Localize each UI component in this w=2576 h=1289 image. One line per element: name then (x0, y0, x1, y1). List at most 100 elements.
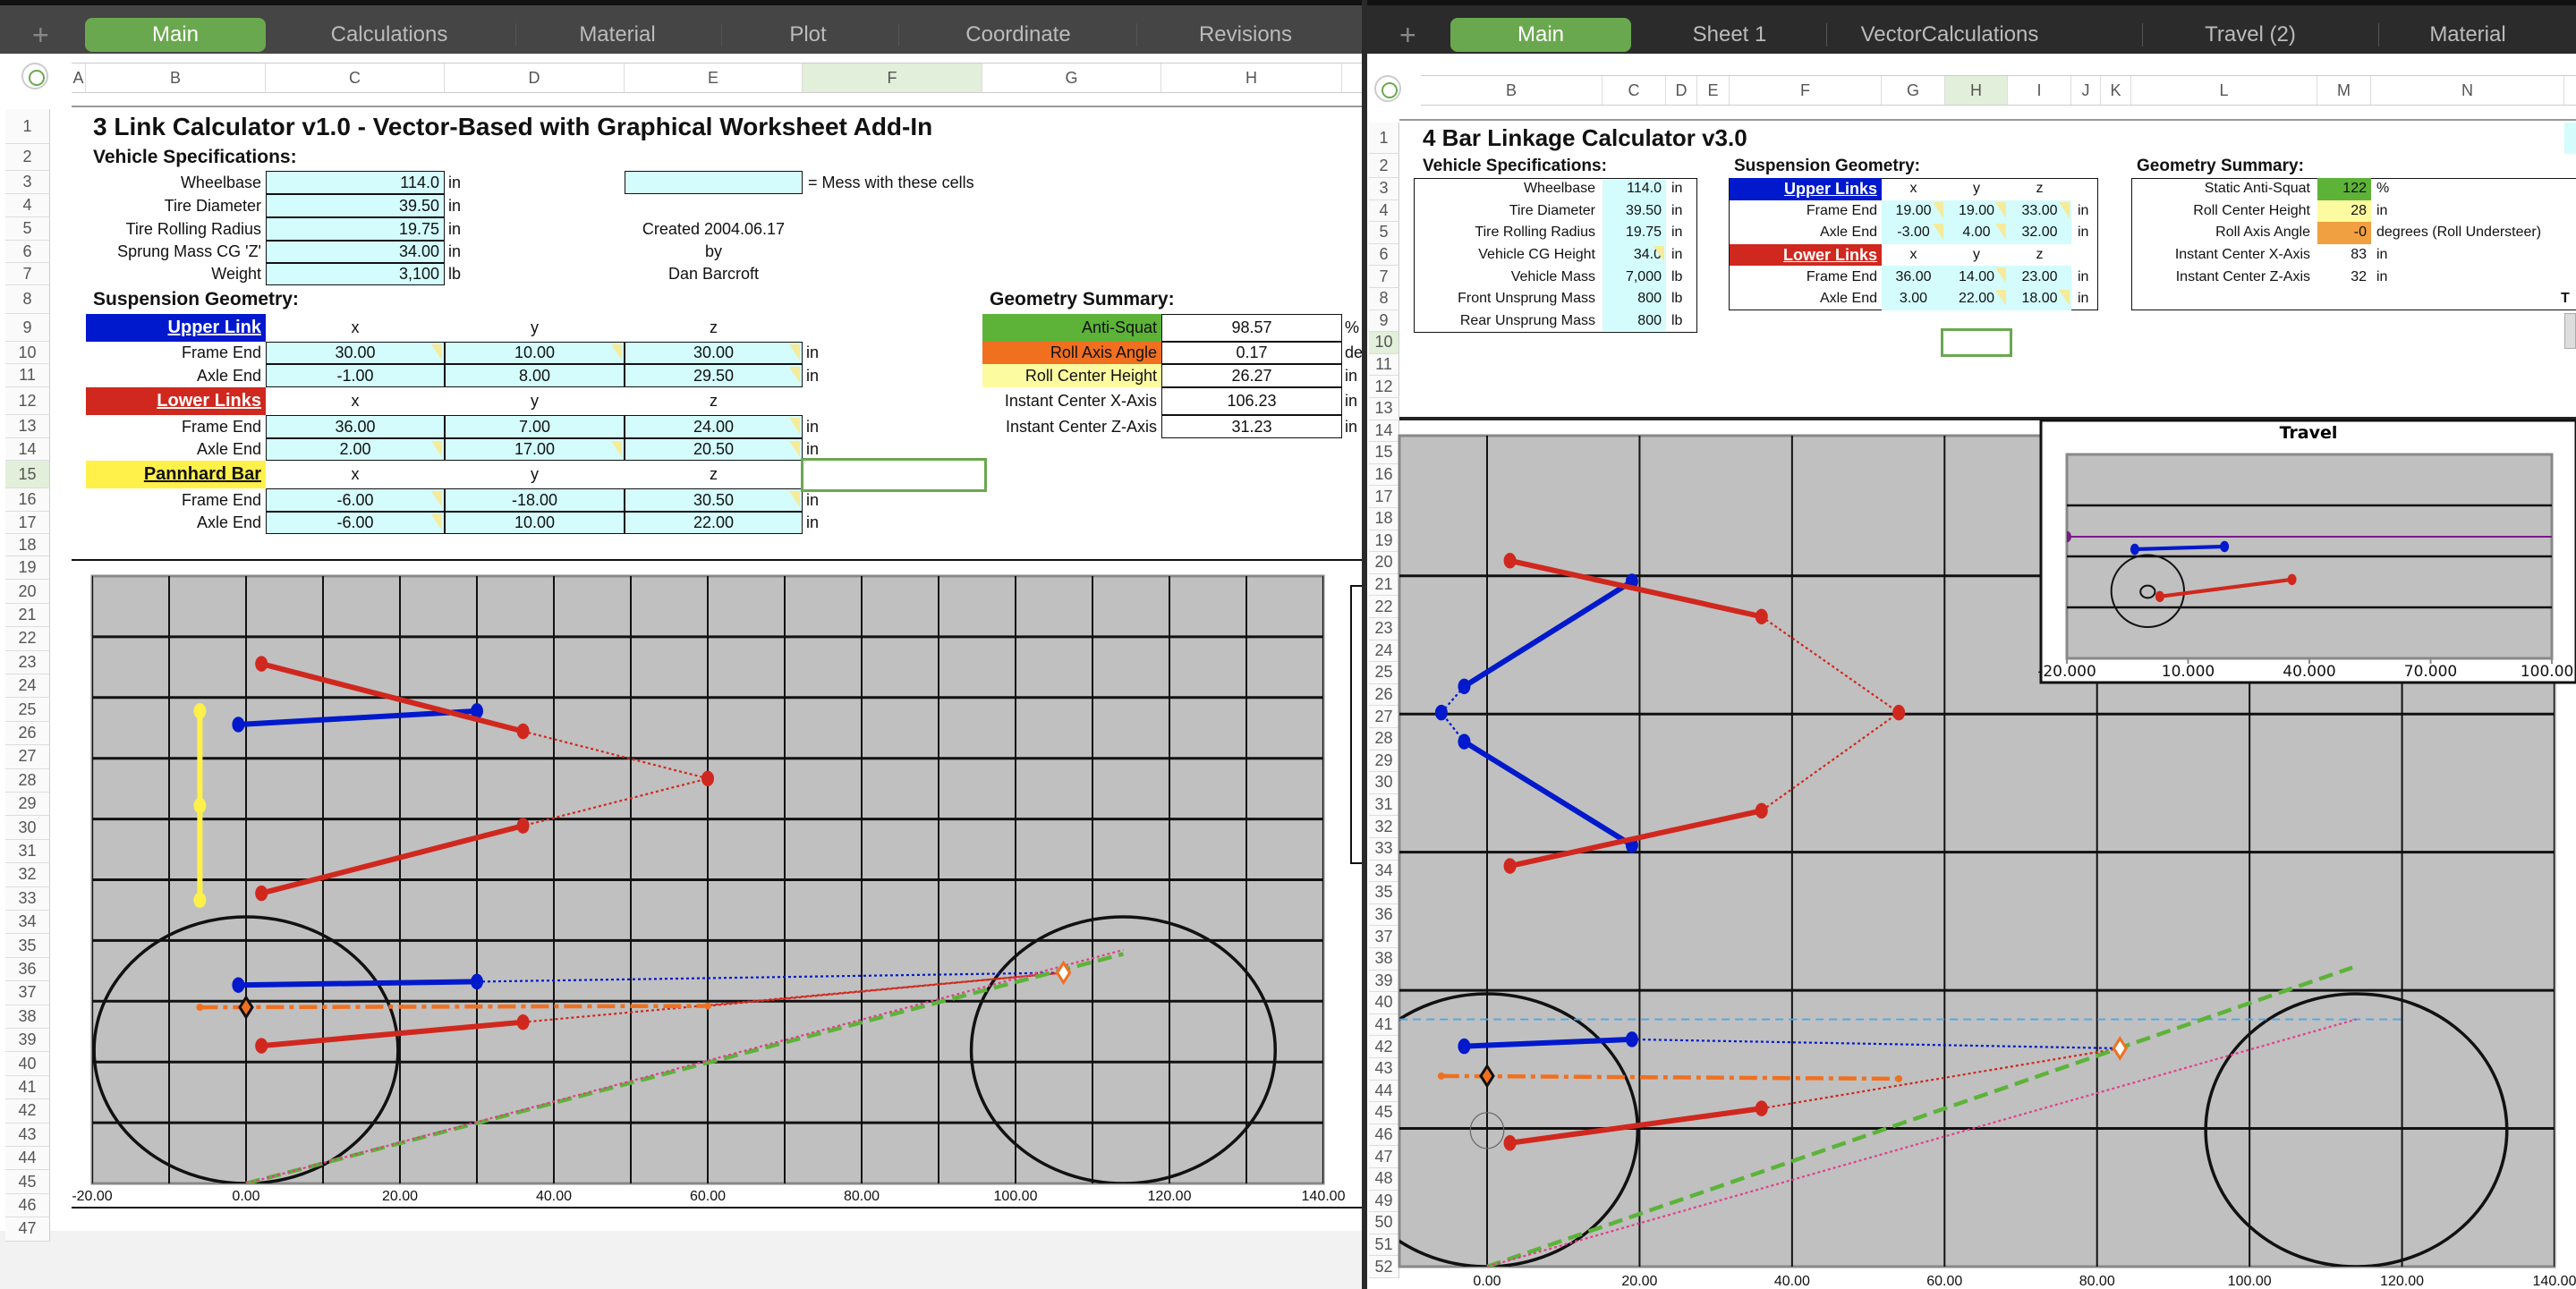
spec-value-input[interactable]: 39.50 (1603, 200, 1666, 223)
row-header-33[interactable]: 33 (1369, 838, 1399, 861)
coordinate-input-z[interactable]: 18.00 (2008, 288, 2071, 310)
spec-value-input[interactable]: 114.0 (266, 171, 445, 194)
column-header-e[interactable]: E (625, 64, 803, 92)
row-header-10[interactable]: 10 (1369, 332, 1399, 354)
row-header-32[interactable]: 32 (5, 863, 50, 887)
coordinate-input-x[interactable]: 3.00 (1882, 288, 1945, 310)
row-header-31[interactable]: 31 (1369, 793, 1399, 817)
coordinate-input-z[interactable]: 33.00 (2008, 199, 2071, 223)
coordinate-input-x[interactable]: 2.00 (266, 438, 445, 461)
row-header-23[interactable]: 23 (5, 650, 50, 674)
column-header-d[interactable]: D (1666, 76, 1697, 105)
spec-value-input[interactable]: 19.75 (266, 217, 445, 241)
coordinate-input-y[interactable]: 17.00 (445, 438, 625, 461)
row-header-52[interactable]: 52 (1369, 1256, 1399, 1278)
coordinate-input-y[interactable]: 8.00 (445, 364, 625, 387)
tab-plot[interactable]: Plot (752, 18, 864, 52)
column-header-b[interactable]: B (1421, 76, 1603, 105)
row-header-10[interactable]: 10 (5, 342, 50, 364)
row-header-35[interactable]: 35 (5, 934, 50, 958)
row-header-2[interactable]: 2 (5, 144, 50, 171)
coordinate-input-y[interactable]: 10.00 (445, 342, 625, 364)
coordinate-input-z[interactable]: 23.00 (2008, 266, 2071, 288)
row-header-27[interactable]: 27 (1369, 706, 1399, 728)
row-header-44[interactable]: 44 (5, 1147, 50, 1171)
row-header-46[interactable]: 46 (1369, 1124, 1399, 1147)
row-header-24[interactable]: 24 (5, 674, 50, 699)
row-header-1[interactable]: 1 (5, 109, 50, 144)
row-header-17[interactable]: 17 (5, 512, 50, 534)
tab-coordinate[interactable]: Coordinate (931, 18, 1106, 52)
row-header-12[interactable]: 12 (1369, 376, 1399, 398)
column-header-d[interactable]: D (445, 64, 625, 92)
row-header-32[interactable]: 32 (1369, 816, 1399, 838)
column-header-c[interactable]: C (266, 64, 445, 92)
coordinate-input-y[interactable]: -18.00 (445, 488, 625, 512)
row-header-38[interactable]: 38 (1369, 948, 1399, 971)
row-header-41[interactable]: 41 (5, 1075, 50, 1100)
row-header-42[interactable]: 42 (1369, 1036, 1399, 1058)
row-header-18[interactable]: 18 (5, 534, 50, 556)
column-header-j[interactable]: J (2071, 76, 2101, 105)
row-header-3[interactable]: 3 (5, 171, 50, 194)
row-header-34[interactable]: 34 (5, 911, 50, 935)
row-header-7[interactable]: 7 (5, 263, 50, 285)
row-header-7[interactable]: 7 (1369, 266, 1399, 288)
column-header-f[interactable]: F (1730, 76, 1882, 105)
coordinate-input-y[interactable]: 14.00 (1945, 266, 2008, 288)
coordinate-input-x[interactable]: 19.00 (1882, 199, 1945, 223)
row-header-37[interactable]: 37 (5, 981, 50, 1005)
row-header-45[interactable]: 45 (5, 1170, 50, 1194)
group-label-upper-links[interactable]: Upper Links (1730, 178, 1882, 200)
row-header-28[interactable]: 28 (5, 768, 50, 793)
row-header-2[interactable]: 2 (1369, 154, 1399, 178)
tab-vectorcalculations[interactable]: VectorCalculations (1841, 18, 2058, 52)
row-header-17[interactable]: 17 (1369, 486, 1399, 508)
coordinate-input-z[interactable]: 29.50 (625, 364, 803, 387)
group-label-upper-link[interactable]: Upper Link (86, 314, 266, 342)
row-header-13[interactable]: 13 (5, 415, 50, 438)
row-header-16[interactable]: 16 (1369, 463, 1399, 487)
row-header-42[interactable]: 42 (5, 1099, 50, 1124)
coordinate-input-y[interactable]: 7.00 (445, 415, 625, 438)
coordinate-input-x[interactable]: -1.00 (266, 364, 445, 387)
column-header-h[interactable]: H (1161, 64, 1342, 92)
select-all-circle-icon[interactable] (21, 63, 48, 89)
column-header-g[interactable]: G (982, 64, 1161, 92)
row-header-20[interactable]: 20 (5, 580, 50, 604)
group-label-lower-links[interactable]: Lower Links (86, 387, 266, 415)
tab-main[interactable]: Main (1450, 18, 1631, 52)
row-header-49[interactable]: 49 (1369, 1190, 1399, 1213)
add-sheet-plus-icon[interactable]: + (32, 18, 49, 52)
row-header-27[interactable]: 27 (5, 745, 50, 769)
row-header-26[interactable]: 26 (1369, 683, 1399, 707)
spec-value-input[interactable]: 39.50 (266, 194, 445, 217)
row-header-40[interactable]: 40 (5, 1052, 50, 1076)
group-label-lower-links[interactable]: Lower Links (1730, 243, 1882, 267)
column-header-i[interactable]: I (2008, 76, 2071, 105)
select-all-circle-icon[interactable] (1374, 75, 1401, 102)
coordinate-input-z[interactable]: 20.50 (625, 438, 803, 461)
row-header-46[interactable]: 46 (5, 1193, 50, 1218)
row-header-41[interactable]: 41 (1369, 1013, 1399, 1037)
tab-material[interactable]: Material (537, 18, 698, 52)
row-header-14[interactable]: 14 (1369, 420, 1399, 443)
row-header-31[interactable]: 31 (5, 839, 50, 864)
row-header-51[interactable]: 51 (1369, 1234, 1399, 1257)
coordinate-input-y[interactable]: 22.00 (1945, 288, 2008, 310)
row-header-19[interactable]: 19 (5, 556, 50, 581)
row-header-33[interactable]: 33 (5, 886, 50, 911)
coordinate-input-x[interactable]: -3.00 (1882, 222, 1945, 244)
coordinate-input-x[interactable]: 36.00 (266, 415, 445, 438)
row-header-24[interactable]: 24 (1369, 640, 1399, 663)
tab-sheet-1[interactable]: Sheet 1 (1671, 18, 1788, 52)
coordinate-input-z[interactable]: 30.00 (625, 342, 803, 364)
row-header-25[interactable]: 25 (1369, 662, 1399, 684)
coordinate-input-y[interactable]: 4.00 (1945, 222, 2008, 244)
coordinate-input-z[interactable]: 30.50 (625, 488, 803, 512)
row-header-47[interactable]: 47 (5, 1217, 50, 1242)
row-header-29[interactable]: 29 (5, 793, 50, 817)
column-header-a[interactable]: A (72, 64, 86, 92)
tab-travel-2[interactable]: Travel (2) (2172, 18, 2328, 52)
coordinate-input-y[interactable]: 10.00 (445, 512, 625, 534)
